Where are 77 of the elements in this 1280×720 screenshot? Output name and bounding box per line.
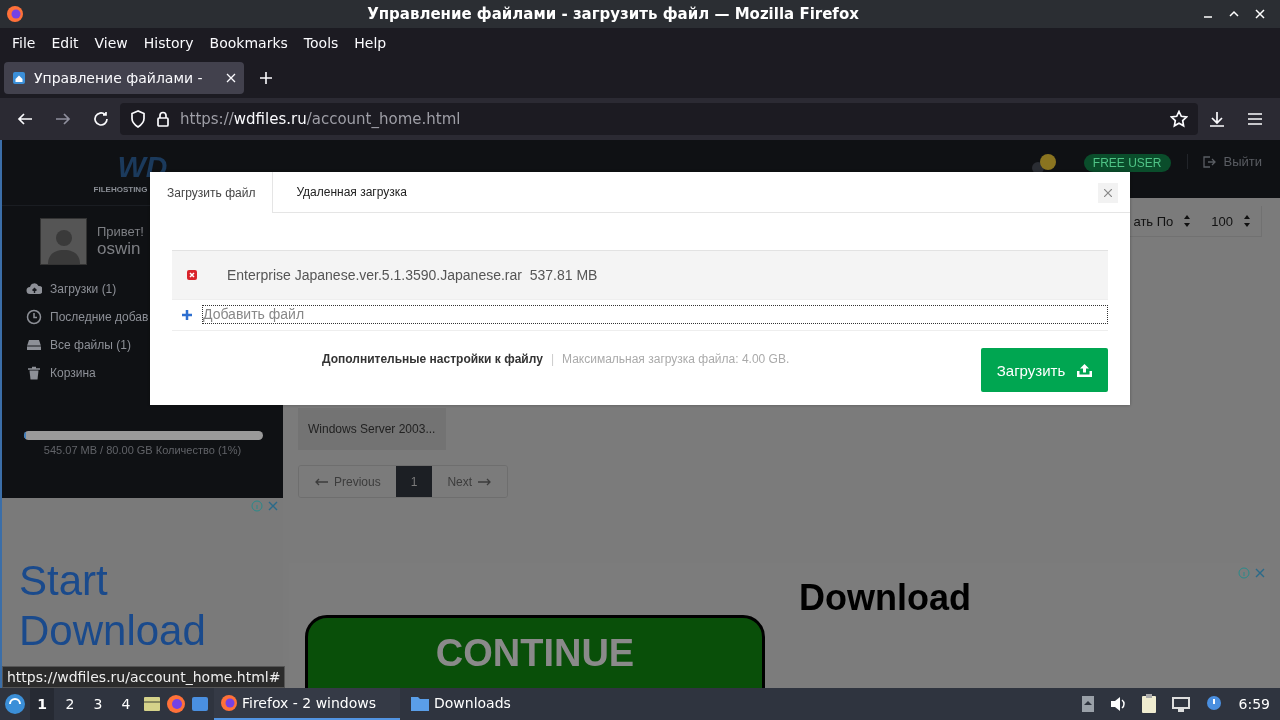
browser-tab[interactable]: Управление файлами - — [4, 62, 244, 94]
ad-headline: Download — [799, 577, 971, 619]
lock-icon — [156, 111, 170, 127]
sort-arrows-icon — [1243, 214, 1251, 228]
shield-icon — [130, 110, 146, 128]
folder-icon — [410, 694, 430, 712]
url-text: https://wdfiles.ru/account_home.html — [180, 110, 461, 128]
menu-item[interactable]: View — [86, 35, 136, 51]
storage-text: 545.07 MB / 80.00 GB Количество (1%) — [42, 444, 243, 456]
plus-icon[interactable] — [182, 309, 192, 320]
modal-tab[interactable]: Удаленная загрузка — [279, 172, 424, 212]
left-arrow-icon — [314, 477, 328, 486]
network-icon[interactable] — [1170, 695, 1191, 713]
trash-icon — [26, 365, 42, 381]
new-tab-icon[interactable] — [258, 70, 274, 86]
coin-icon — [1031, 154, 1056, 174]
taskbar-window-button[interactable]: Firefox - 2 windows — [214, 688, 400, 720]
file-manager-icon[interactable] — [142, 694, 162, 714]
workspace-button[interactable]: 1 — [30, 688, 54, 720]
info-icon — [251, 500, 263, 512]
separator: | — [550, 352, 554, 366]
menu-icon[interactable] — [1246, 110, 1264, 128]
drive-icon — [26, 337, 42, 353]
right-arrow-icon — [478, 477, 493, 486]
clock-icon — [26, 309, 42, 325]
pagination-button[interactable]: 1 — [395, 466, 433, 497]
file-name: Enterprise Japanese.ver.5.1.3590.Japanese.rar 537.81 MB — [227, 267, 598, 283]
download-icon[interactable] — [1208, 110, 1226, 128]
sidebar-item[interactable]: Корзина — [26, 359, 96, 387]
volume-icon[interactable] — [1108, 695, 1127, 713]
modal-tab[interactable]: Загрузить файл — [150, 172, 274, 213]
menu-item[interactable]: Tools — [295, 35, 347, 51]
clipboard-icon[interactable] — [1140, 694, 1157, 714]
star-icon[interactable] — [1170, 110, 1188, 128]
page-size-select[interactable]: 100 — [1211, 213, 1251, 229]
upload-icon — [1077, 363, 1093, 377]
menu-item[interactable]: Help — [346, 35, 395, 51]
link-tooltip: https://wdfiles.ru/account_home.html# — [2, 666, 286, 688]
remove-file-icon[interactable] — [187, 270, 197, 280]
start-menu-icon[interactable] — [4, 693, 26, 715]
ad-headline: Download — [19, 606, 206, 656]
menu-item[interactable]: Edit — [43, 35, 87, 51]
notification-icon[interactable] — [1204, 695, 1223, 713]
sort-select[interactable]: ать По — [1133, 213, 1192, 229]
window-title: Управление файлами - загрузить файл — Mozilla Firefox — [366, 5, 860, 23]
logout-icon — [1201, 154, 1216, 169]
close-icon — [1104, 189, 1112, 197]
sort-arrows-icon — [1183, 214, 1192, 228]
house-icon — [12, 71, 26, 85]
cloud-icon — [26, 281, 42, 297]
user-badge: FREE USER — [1083, 154, 1171, 172]
username: oswin — [97, 239, 142, 259]
address-bar[interactable]: https://wdfiles.ru/account_home.html — [120, 103, 1198, 135]
taskbar-window-button[interactable]: Downloads — [404, 688, 590, 720]
sidebar-item[interactable]: Последние добав — [26, 303, 149, 331]
sidebar-item[interactable]: Загрузки (1) — [26, 275, 117, 303]
firefox-icon — [220, 694, 238, 712]
firefox-icon — [6, 5, 24, 23]
workspace-button[interactable]: 2 — [58, 688, 82, 720]
ad-headline: Start — [19, 556, 109, 606]
firefox-icon[interactable] — [166, 694, 186, 714]
close-button[interactable] — [1098, 183, 1118, 203]
add-file-field[interactable]: Добавить файл — [202, 305, 1108, 324]
menu-item[interactable]: History — [135, 35, 202, 51]
sidebar-item[interactable]: Все файлы (1) — [26, 331, 131, 359]
workspace-button[interactable]: 3 — [86, 688, 110, 720]
info-icon — [1238, 567, 1250, 579]
desktop-icon[interactable] — [190, 694, 210, 714]
reload-icon[interactable] — [92, 110, 110, 128]
clock: 6:59 — [1237, 696, 1271, 712]
greeting-text: Привет! — [97, 224, 144, 239]
tray-expand-icon[interactable] — [1080, 695, 1095, 713]
workspace-button[interactable]: 4 — [114, 688, 138, 720]
menu-item[interactable]: Bookmarks — [201, 35, 296, 51]
menu-item[interactable]: File — [4, 35, 44, 51]
options-link[interactable]: Дополнительные настройки к файлу — [322, 352, 543, 366]
max-size-text: Максимальная загрузка файла: 4.00 GB. — [562, 352, 791, 366]
